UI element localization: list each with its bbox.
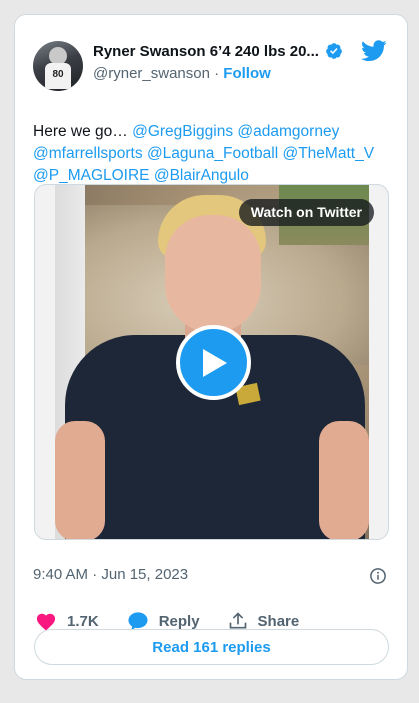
tweet-header: 80 Ryner Swanson 6’4 240 lbs 20... @ryne… bbox=[33, 39, 391, 93]
like-count: 1.7K bbox=[67, 612, 99, 630]
mention-link[interactable]: @TheMatt_V bbox=[282, 145, 374, 162]
author-name-line: Ryner Swanson 6’4 240 lbs 20... bbox=[93, 42, 343, 60]
like-button[interactable]: 1.7K bbox=[35, 611, 99, 631]
tweet-text: Here we go… @GregBiggins @adamgorney @mf… bbox=[33, 121, 399, 187]
tweet-lead-text: Here we go… bbox=[33, 123, 133, 140]
twitter-bird-icon[interactable] bbox=[361, 40, 387, 62]
mention-link[interactable]: @Laguna_Football bbox=[147, 145, 278, 162]
mention-link[interactable]: @adamgorney bbox=[237, 123, 339, 140]
author-handle-line: @ryner_swanson · Follow bbox=[93, 65, 271, 82]
share-button[interactable]: Share bbox=[228, 611, 300, 631]
follow-link[interactable]: Follow bbox=[223, 65, 271, 82]
play-button[interactable] bbox=[176, 325, 251, 400]
play-icon bbox=[202, 348, 227, 377]
tweet-card: 80 Ryner Swanson 6’4 240 lbs 20... @ryne… bbox=[14, 14, 408, 680]
avatar[interactable]: 80 bbox=[33, 41, 83, 91]
author-handle[interactable]: @ryner_swanson bbox=[93, 65, 210, 82]
thumbnail-arm-left bbox=[55, 421, 105, 539]
verified-badge-icon bbox=[326, 43, 342, 59]
heart-icon bbox=[36, 613, 56, 631]
reply-bubble-icon bbox=[128, 612, 148, 631]
watch-on-twitter-button[interactable]: Watch on Twitter bbox=[238, 199, 374, 226]
mention-link[interactable]: @GregBiggins bbox=[132, 123, 233, 140]
author-name[interactable]: Ryner Swanson 6’4 240 lbs 20... bbox=[93, 43, 319, 60]
share-icon bbox=[229, 612, 246, 629]
tweet-timestamp[interactable]: 9:40 AM · Jun 15, 2023 bbox=[33, 566, 188, 583]
thumbnail-arm-right bbox=[319, 421, 369, 539]
mention-link[interactable]: @P_MAGLOIRE bbox=[33, 167, 150, 184]
mention-link[interactable]: @BlairAngulo bbox=[154, 167, 249, 184]
thumbnail-face bbox=[165, 215, 261, 333]
mention-link[interactable]: @mfarrellsports bbox=[33, 145, 143, 162]
read-replies-button[interactable]: Read 161 replies bbox=[34, 629, 389, 665]
handle-separator: · bbox=[214, 65, 220, 82]
reply-label: Reply bbox=[158, 612, 200, 630]
video-media[interactable]: Watch on Twitter bbox=[34, 184, 389, 540]
share-label: Share bbox=[257, 612, 300, 630]
info-icon[interactable] bbox=[369, 567, 387, 585]
avatar-jersey-number: 80 bbox=[45, 63, 71, 89]
reply-button[interactable]: Reply bbox=[127, 611, 200, 631]
